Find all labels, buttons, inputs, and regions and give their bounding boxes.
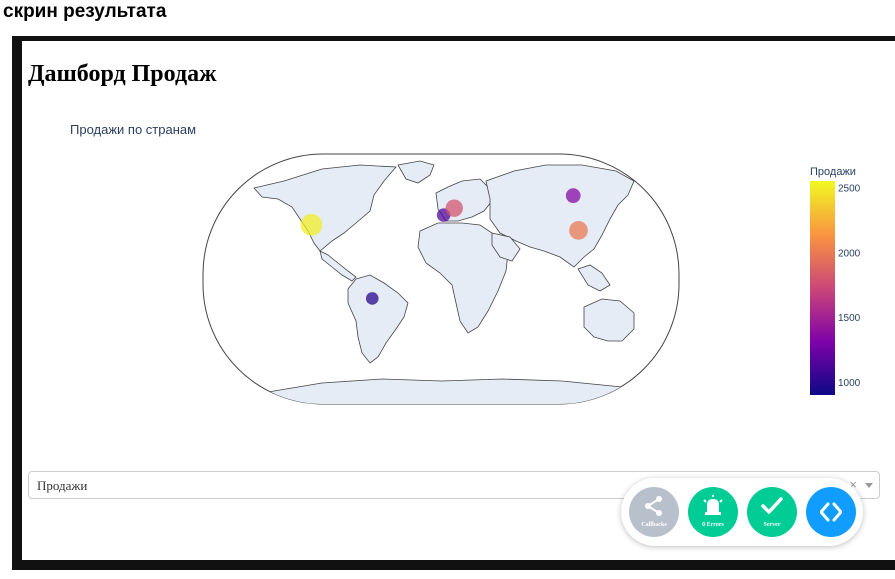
- screenshot-frame: Продажи по странам Продажи 2500 2000 150…: [12, 36, 895, 570]
- colorbar-gradient: [810, 181, 835, 395]
- sales-point-china[interactable]: [569, 221, 588, 240]
- colorbar: Продажи 2500 2000 1500 1000: [810, 166, 861, 395]
- sales-point-brazil[interactable]: [365, 292, 379, 305]
- callbacks-button[interactable]: Callbacks: [629, 487, 679, 537]
- dash-app: Продажи по странам Продажи 2500 2000 150…: [22, 41, 895, 560]
- chart-title: Продажи по странам: [70, 122, 196, 137]
- dropdown-selected-value: Продажи: [37, 478, 88, 493]
- callbacks-label: Callbacks: [641, 522, 667, 528]
- map-area[interactable]: [202, 153, 680, 413]
- toggle-devtools-button[interactable]: [806, 487, 856, 537]
- errors-button[interactable]: 0 Errors: [688, 487, 738, 537]
- page-caption: скрин результата: [3, 1, 167, 22]
- colorbar-title: Продажи: [810, 166, 856, 178]
- colorbar-tick-label: 2000: [838, 248, 861, 259]
- sales-map: Продажи по странам Продажи 2500200015001…: [70, 122, 861, 413]
- sales-point-germany[interactable]: [445, 199, 463, 217]
- server-button[interactable]: Server: [747, 487, 797, 537]
- colorbar-tick-label: 1000: [838, 378, 861, 389]
- sales-point-usa[interactable]: [300, 213, 323, 236]
- checkmark-icon: [761, 497, 783, 514]
- dash-devtools: Callbacks 0 Errors Server: [621, 478, 863, 546]
- alarm-bell-icon: [703, 495, 723, 515]
- chevron-down-icon[interactable]: [865, 483, 873, 488]
- dashboard-title: Дашборд Продаж: [28, 61, 217, 87]
- sales-point-russia[interactable]: [565, 188, 581, 204]
- share-icon: [645, 496, 662, 516]
- code-brackets-icon: [820, 502, 842, 522]
- errors-label: 0 Errors: [702, 522, 724, 528]
- colorbar-tick-label: 2500: [838, 183, 861, 194]
- colorbar-tick-label: 1500: [838, 313, 861, 324]
- server-label: Server: [763, 522, 781, 528]
